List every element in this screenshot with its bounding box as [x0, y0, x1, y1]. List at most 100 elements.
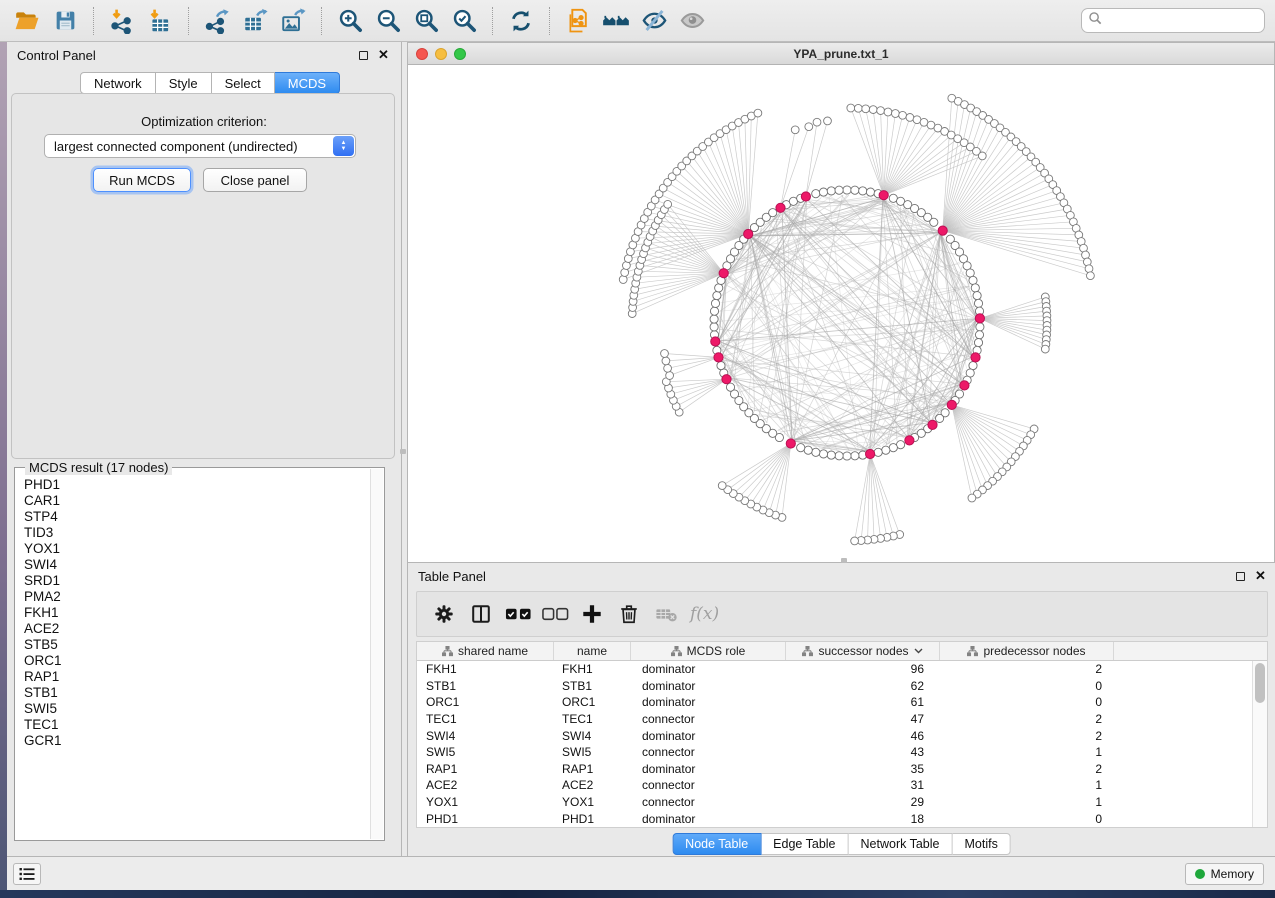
- table-tabs: Node Table Edge Table Network Table Moti…: [672, 833, 1011, 855]
- minimize-window-icon[interactable]: [435, 48, 447, 60]
- memory-status-icon: [1195, 869, 1205, 879]
- column-header-successor-nodes[interactable]: successor nodes: [786, 642, 940, 660]
- mcds-result-item[interactable]: CAR1: [24, 493, 370, 509]
- mcds-result-item[interactable]: TEC1: [24, 717, 370, 733]
- table-row[interactable]: SWI5SWI5connector431: [417, 744, 1252, 761]
- tab-mcds[interactable]: MCDS: [275, 72, 340, 94]
- mcds-result-scrollbar[interactable]: [370, 469, 383, 839]
- mcds-result-list[interactable]: PHD1CAR1STP4TID3YOX1SWI4SRD1PMA2FKH1ACE2…: [16, 471, 370, 839]
- mcds-result-item[interactable]: ACE2: [24, 621, 370, 637]
- column-header-name[interactable]: name: [554, 642, 631, 660]
- mcds-result-item[interactable]: STB5: [24, 637, 370, 653]
- export-image-icon[interactable]: [277, 6, 309, 36]
- table-row[interactable]: SWI4SWI4dominator462: [417, 727, 1252, 744]
- delete-columns-icon[interactable]: [612, 597, 646, 631]
- table-cell: STB1: [554, 679, 631, 693]
- close-panel-icon[interactable]: ✕: [1255, 570, 1266, 581]
- mcds-result-item[interactable]: SWI4: [24, 557, 370, 573]
- import-table-icon[interactable]: [144, 6, 176, 36]
- show-columns-icon[interactable]: [464, 597, 498, 631]
- optimization-criterion-select[interactable]: largest connected component (undirected)…: [44, 134, 356, 158]
- table-cell: dominator: [631, 812, 786, 826]
- mcds-result-item[interactable]: GCR1: [24, 733, 370, 749]
- mcds-result-item[interactable]: PHD1: [24, 477, 370, 493]
- tab-select[interactable]: Select: [212, 72, 275, 94]
- close-panel-icon[interactable]: ✕: [378, 49, 389, 60]
- table-row[interactable]: RAP1RAP1dominator352: [417, 761, 1252, 778]
- column-header-mcds-role[interactable]: MCDS role: [631, 642, 786, 660]
- import-network-icon[interactable]: [106, 6, 138, 36]
- tab-motifs[interactable]: Motifs: [952, 833, 1010, 855]
- mcds-result-item[interactable]: YOX1: [24, 541, 370, 557]
- export-table-icon[interactable]: [239, 6, 271, 36]
- mcds-result-item[interactable]: SWI5: [24, 701, 370, 717]
- hide-graphics-details-icon[interactable]: [638, 6, 670, 36]
- table-cell: TEC1: [554, 712, 631, 726]
- zoom-out-icon[interactable]: [372, 6, 404, 36]
- network-window-titlebar[interactable]: YPA_prune.txt_1: [408, 43, 1274, 65]
- mcds-result-item[interactable]: FKH1: [24, 605, 370, 621]
- zoom-in-icon[interactable]: [334, 6, 366, 36]
- maximize-window-icon[interactable]: [454, 48, 466, 60]
- tree-icon: [802, 646, 813, 657]
- memory-button[interactable]: Memory: [1185, 863, 1264, 885]
- open-session-icon[interactable]: [11, 6, 43, 36]
- table-scrollbar[interactable]: [1252, 661, 1267, 827]
- tab-node-table[interactable]: Node Table: [672, 833, 761, 855]
- show-log-button[interactable]: [13, 863, 41, 885]
- network-canvas[interactable]: [408, 65, 1274, 562]
- table-cell: 2: [940, 712, 1114, 726]
- deselect-all-checks-icon[interactable]: [538, 597, 572, 631]
- show-graphics-details-icon[interactable]: [676, 6, 708, 36]
- table-row[interactable]: FKH1FKH1dominator962: [417, 661, 1252, 678]
- float-window-icon[interactable]: [1236, 572, 1245, 581]
- apply-layout-icon[interactable]: [505, 6, 537, 36]
- table-cell: SWI4: [554, 729, 631, 743]
- table-row[interactable]: YOX1YOX1connector291: [417, 794, 1252, 811]
- table-options-icon[interactable]: [427, 597, 461, 631]
- select-all-checks-icon[interactable]: [501, 597, 535, 631]
- close-panel-button[interactable]: Close panel: [203, 168, 307, 192]
- tab-network-table[interactable]: Network Table: [849, 833, 953, 855]
- mcds-result-item[interactable]: STB1: [24, 685, 370, 701]
- table-cell: connector: [631, 795, 786, 809]
- table-row[interactable]: ORC1ORC1dominator610: [417, 694, 1252, 711]
- mcds-result-item[interactable]: PMA2: [24, 589, 370, 605]
- zoom-selected-icon[interactable]: [448, 6, 480, 36]
- network-graph[interactable]: [408, 65, 1274, 562]
- float-window-icon[interactable]: [359, 51, 368, 60]
- tab-style[interactable]: Style: [156, 72, 212, 94]
- close-window-icon[interactable]: [416, 48, 428, 60]
- run-mcds-button[interactable]: Run MCDS: [93, 168, 191, 192]
- table-cell: 0: [940, 812, 1114, 826]
- table-cell: ACE2: [417, 778, 554, 792]
- zoom-fit-icon[interactable]: [410, 6, 442, 36]
- column-header-shared-name[interactable]: shared name: [417, 642, 554, 660]
- mcds-result-item[interactable]: RAP1: [24, 669, 370, 685]
- mcds-result-item[interactable]: ORC1: [24, 653, 370, 669]
- control-panel-title: Control Panel: [17, 48, 96, 63]
- mcds-result-item[interactable]: TID3: [24, 525, 370, 541]
- tab-edge-table[interactable]: Edge Table: [761, 833, 848, 855]
- tab-network[interactable]: Network: [80, 72, 156, 94]
- table-row[interactable]: STB1STB1dominator620: [417, 678, 1252, 695]
- tree-icon: [671, 646, 682, 657]
- search-box[interactable]: [1081, 8, 1265, 33]
- node-table-body[interactable]: FKH1FKH1dominator962STB1STB1dominator620…: [417, 661, 1252, 827]
- search-input[interactable]: [1103, 11, 1264, 31]
- add-column-icon[interactable]: [575, 597, 609, 631]
- save-session-icon[interactable]: [49, 6, 81, 36]
- table-row[interactable]: ACE2ACE2connector311: [417, 777, 1252, 794]
- mcds-result-item[interactable]: SRD1: [24, 573, 370, 589]
- table-row[interactable]: PHD1PHD1dominator180: [417, 810, 1252, 827]
- vertical-splitter-handle[interactable]: [400, 449, 406, 454]
- first-neighbors-icon[interactable]: [600, 6, 632, 36]
- table-row[interactable]: TEC1TEC1connector472: [417, 711, 1252, 728]
- network-document-icon[interactable]: [562, 6, 594, 36]
- mcds-result-item[interactable]: STP4: [24, 509, 370, 525]
- column-header-predecessor-nodes[interactable]: predecessor nodes: [940, 642, 1114, 660]
- table-cell: dominator: [631, 762, 786, 776]
- export-network-icon[interactable]: [201, 6, 233, 36]
- network-view-window: YPA_prune.txt_1: [407, 42, 1275, 563]
- table-scrollbar-thumb[interactable]: [1255, 663, 1265, 703]
